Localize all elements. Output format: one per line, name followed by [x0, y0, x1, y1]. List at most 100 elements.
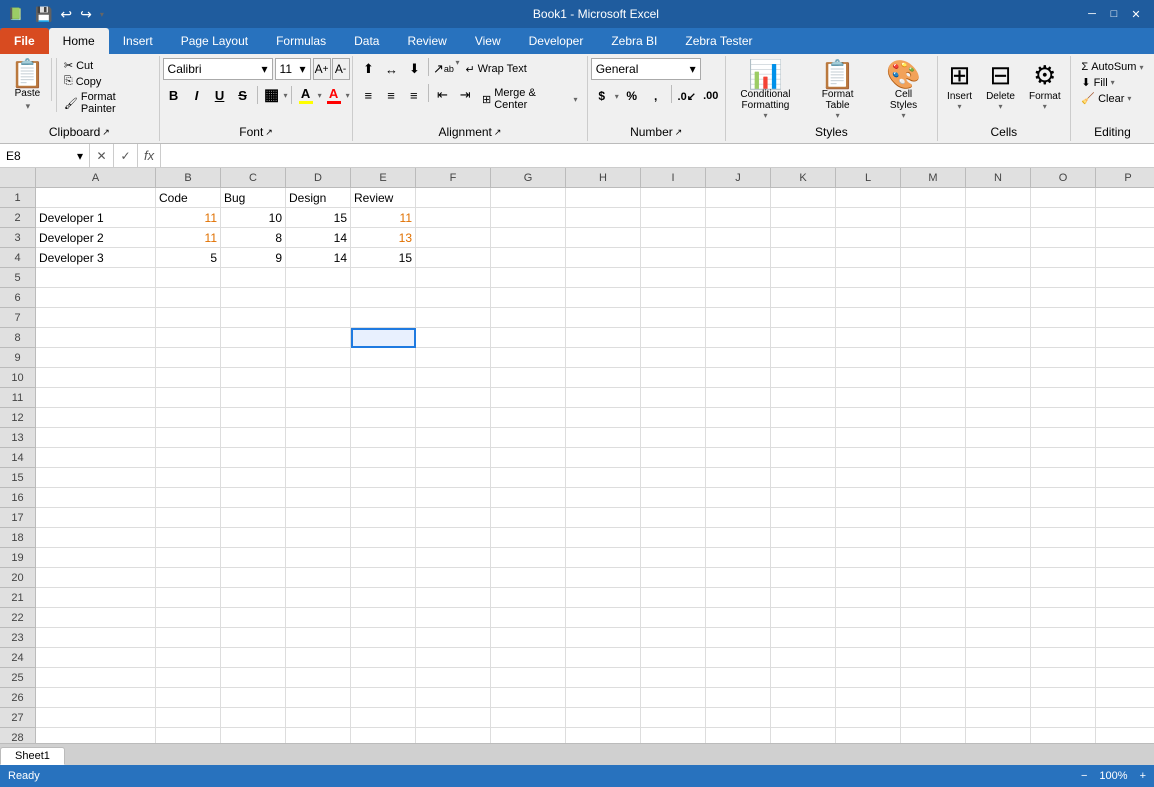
- cell-B3[interactable]: 11: [156, 228, 221, 248]
- cell-M7[interactable]: [901, 308, 966, 328]
- cell-K12[interactable]: [771, 408, 836, 428]
- cell-L27[interactable]: [836, 708, 901, 728]
- cell-A5[interactable]: [36, 268, 156, 288]
- cell-J1[interactable]: [706, 188, 771, 208]
- cell-L23[interactable]: [836, 628, 901, 648]
- cell-M28[interactable]: [901, 728, 966, 743]
- cell-A4[interactable]: Developer 3: [36, 248, 156, 268]
- cell-B2[interactable]: 11: [156, 208, 221, 228]
- cell-G15[interactable]: [491, 468, 566, 488]
- cell-B26[interactable]: [156, 688, 221, 708]
- cell-B6[interactable]: [156, 288, 221, 308]
- cell-M22[interactable]: [901, 608, 966, 628]
- tab-view[interactable]: View: [461, 28, 515, 54]
- cell-A1[interactable]: [36, 188, 156, 208]
- font-color-arrow[interactable]: ▾: [346, 91, 350, 100]
- cell-B25[interactable]: [156, 668, 221, 688]
- cell-B15[interactable]: [156, 468, 221, 488]
- cell-M19[interactable]: [901, 548, 966, 568]
- cell-D9[interactable]: [286, 348, 351, 368]
- row-num-5[interactable]: 5: [0, 268, 36, 288]
- paste-dropdown[interactable]: ▾: [26, 101, 31, 112]
- cell-D21[interactable]: [286, 588, 351, 608]
- cell-K1[interactable]: [771, 188, 836, 208]
- cell-N4[interactable]: [966, 248, 1031, 268]
- cell-G9[interactable]: [491, 348, 566, 368]
- row-num-21[interactable]: 21: [0, 588, 36, 608]
- cell-P9[interactable]: [1096, 348, 1154, 368]
- cell-A3[interactable]: Developer 2: [36, 228, 156, 248]
- zoom-in-button[interactable]: +: [1140, 770, 1146, 782]
- cell-H4[interactable]: [566, 248, 641, 268]
- cell-D2[interactable]: 15: [286, 208, 351, 228]
- cell-N16[interactable]: [966, 488, 1031, 508]
- borders-arrow[interactable]: ▾: [284, 91, 288, 100]
- cell-G10[interactable]: [491, 368, 566, 388]
- autosum-arrow[interactable]: ▾: [1139, 63, 1143, 72]
- tab-zebra-tester[interactable]: Zebra Tester: [671, 28, 766, 54]
- cell-E3[interactable]: 13: [351, 228, 416, 248]
- cell-F7[interactable]: [416, 308, 491, 328]
- cell-M15[interactable]: [901, 468, 966, 488]
- cell-F28[interactable]: [416, 728, 491, 743]
- cell-J2[interactable]: [706, 208, 771, 228]
- cell-F15[interactable]: [416, 468, 491, 488]
- cell-I21[interactable]: [641, 588, 706, 608]
- cell-L25[interactable]: [836, 668, 901, 688]
- row-num-7[interactable]: 7: [0, 308, 36, 328]
- cell-D14[interactable]: [286, 448, 351, 468]
- cell-F27[interactable]: [416, 708, 491, 728]
- undo-button[interactable]: ↩: [58, 4, 74, 25]
- cell-H15[interactable]: [566, 468, 641, 488]
- cell-D15[interactable]: [286, 468, 351, 488]
- cell-J26[interactable]: [706, 688, 771, 708]
- cell-O25[interactable]: [1031, 668, 1096, 688]
- cell-L20[interactable]: [836, 568, 901, 588]
- cell-G13[interactable]: [491, 428, 566, 448]
- merge-center-button[interactable]: ⊞ Merge & Center ▾: [477, 84, 583, 114]
- col-header-J[interactable]: J: [706, 168, 771, 188]
- row-num-27[interactable]: 27: [0, 708, 36, 728]
- cell-N10[interactable]: [966, 368, 1031, 388]
- row-num-4[interactable]: 4: [0, 248, 36, 268]
- cell-D6[interactable]: [286, 288, 351, 308]
- insert-button[interactable]: ⊞ Insert ▾: [941, 58, 978, 113]
- cell-H8[interactable]: [566, 328, 641, 348]
- cell-P8[interactable]: [1096, 328, 1154, 348]
- row-num-26[interactable]: 26: [0, 688, 36, 708]
- cell-O12[interactable]: [1031, 408, 1096, 428]
- cell-H18[interactable]: [566, 528, 641, 548]
- cell-P7[interactable]: [1096, 308, 1154, 328]
- cell-E27[interactable]: [351, 708, 416, 728]
- cell-I15[interactable]: [641, 468, 706, 488]
- cell-E18[interactable]: [351, 528, 416, 548]
- cell-F18[interactable]: [416, 528, 491, 548]
- cell-D16[interactable]: [286, 488, 351, 508]
- fill-color-button[interactable]: A: [295, 84, 317, 106]
- cell-N2[interactable]: [966, 208, 1031, 228]
- cell-G11[interactable]: [491, 388, 566, 408]
- cell-P5[interactable]: [1096, 268, 1154, 288]
- format-table-arrow[interactable]: ▾: [836, 111, 840, 120]
- cell-C26[interactable]: [221, 688, 286, 708]
- cell-A12[interactable]: [36, 408, 156, 428]
- cell-D7[interactable]: [286, 308, 351, 328]
- cell-E19[interactable]: [351, 548, 416, 568]
- cell-F23[interactable]: [416, 628, 491, 648]
- cell-G17[interactable]: [491, 508, 566, 528]
- cell-P23[interactable]: [1096, 628, 1154, 648]
- cell-F16[interactable]: [416, 488, 491, 508]
- cell-K25[interactable]: [771, 668, 836, 688]
- col-header-N[interactable]: N: [966, 168, 1031, 188]
- cell-O26[interactable]: [1031, 688, 1096, 708]
- cell-J9[interactable]: [706, 348, 771, 368]
- row-num-12[interactable]: 12: [0, 408, 36, 428]
- cell-M11[interactable]: [901, 388, 966, 408]
- borders-button[interactable]: ▦: [261, 84, 283, 106]
- font-size-decrease[interactable]: A-: [332, 58, 350, 80]
- cell-E11[interactable]: [351, 388, 416, 408]
- cell-I27[interactable]: [641, 708, 706, 728]
- cell-C18[interactable]: [221, 528, 286, 548]
- row-num-22[interactable]: 22: [0, 608, 36, 628]
- fill-arrow[interactable]: ▾: [1111, 78, 1115, 87]
